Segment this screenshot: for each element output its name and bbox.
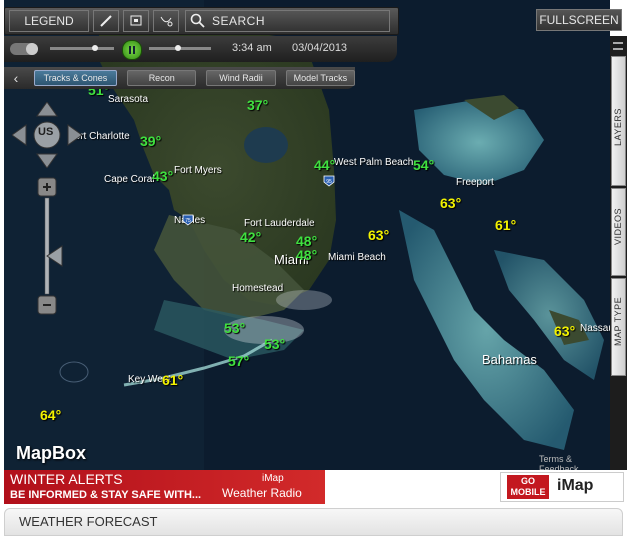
go-mobile-ad[interactable]: GO MOBILE iMap [500, 472, 624, 502]
screen-tool-button[interactable] [123, 10, 149, 32]
temp-marker[interactable]: 54° [413, 157, 434, 173]
timeline-time: 3:34 am [232, 42, 272, 54]
temp-marker[interactable]: 61° [495, 217, 516, 233]
weather-forecast-header[interactable]: WEATHER FORECAST [4, 508, 623, 536]
route-icon [160, 16, 173, 27]
play-pause-button[interactable] [122, 40, 142, 60]
timeline-track-left[interactable] [50, 47, 114, 50]
winter-alerts-subtitle: BE INFORMED & STAY SAFE WITH... [10, 489, 202, 501]
pan-up-arrow-icon [36, 102, 58, 117]
pan-left-arrow-icon [12, 124, 27, 146]
layers-tab[interactable]: LAYERS [611, 56, 626, 186]
animation-timeline: 3:34 am 03/04/2013 [4, 36, 397, 62]
temp-marker[interactable]: 57° [228, 353, 249, 369]
temp-marker[interactable]: 44° [314, 157, 335, 173]
fullscreen-button[interactable]: FULLSCREEN [536, 9, 622, 31]
side-panel: LAYERS VIDEOS MAP TYPE [610, 36, 627, 470]
pan-right-arrow-icon [67, 124, 82, 146]
imap-small-logo: iMap [262, 473, 284, 484]
legend-button[interactable]: LEGEND [9, 10, 89, 32]
weather-radio-label: Weather Radio [222, 486, 302, 500]
pan-center-us-label[interactable]: US [38, 126, 53, 138]
timeline-toggle[interactable] [10, 43, 38, 55]
map-type-tab[interactable]: MAP TYPE [611, 278, 626, 376]
temp-marker[interactable]: 63° [368, 227, 389, 243]
zoom-slider[interactable] [36, 176, 66, 318]
tab-tracks-cones[interactable]: Tracks & Cones [33, 70, 118, 86]
back-arrow-icon[interactable]: ‹ [8, 70, 24, 86]
temp-marker[interactable]: 64° [40, 407, 61, 423]
timeline-date: 03/04/2013 [292, 42, 348, 54]
search-icon [190, 13, 205, 28]
pause-icon [129, 46, 135, 54]
storm-tabs: ‹ Tracks & Cones Recon Wind Radii Model … [4, 67, 356, 89]
top-toolbar: LEGEND SEARCH [4, 7, 399, 35]
temp-marker[interactable]: 61° [162, 372, 183, 388]
videos-tab[interactable]: VIDEOS [611, 188, 626, 276]
tab-model-tracks[interactable]: Model Tracks [285, 70, 356, 86]
winter-alerts-title: WINTER ALERTS [10, 471, 123, 487]
city-sarasota[interactable]: Sarasota [108, 94, 148, 105]
city-miami-beach[interactable]: Miami Beach [328, 252, 386, 263]
interstate-75-shield: 75 [182, 214, 194, 226]
city-fort-lauderdale[interactable]: Fort Lauderdale [244, 218, 315, 229]
layers-tab-label: LAYERS [613, 108, 623, 146]
city-bahamas[interactable]: Bahamas [482, 352, 537, 367]
tab-wind-radii[interactable]: Wind Radii [206, 70, 276, 86]
search-button[interactable]: SEARCH [185, 10, 390, 32]
city-cape-coral[interactable]: Cape Coral [104, 174, 155, 185]
interstate-95-shield: 95 [323, 175, 335, 187]
city-homestead[interactable]: Homestead [232, 283, 283, 294]
city-freeport[interactable]: Freeport [456, 177, 494, 188]
imap-logo: iMap [557, 477, 594, 494]
interstate-75-number: 75 [185, 218, 191, 224]
temp-marker[interactable]: 63° [554, 323, 575, 339]
map-type-tab-label: MAP TYPE [613, 296, 623, 346]
pan-down-arrow-icon [36, 153, 58, 168]
draw-tool-button[interactable] [93, 10, 119, 32]
videos-tab-label: VIDEOS [613, 207, 623, 245]
city-nassau[interactable]: Nassau [580, 323, 610, 334]
timeline-scrubber[interactable] [92, 45, 98, 51]
interstate-95-number: 95 [326, 179, 332, 185]
temp-marker[interactable]: 39° [140, 133, 161, 149]
city-west-palm-beach[interactable]: West Palm Beach [334, 157, 413, 168]
temp-marker[interactable]: 43° [152, 168, 173, 184]
temp-marker[interactable]: 53° [264, 336, 285, 352]
temp-marker[interactable]: 53° [224, 320, 245, 336]
speed-scrubber[interactable] [175, 45, 181, 51]
pencil-icon [100, 15, 112, 27]
measure-tool-button[interactable] [153, 10, 179, 32]
city-fort-myers[interactable]: Fort Myers [174, 165, 222, 176]
temp-marker[interactable]: 48° [296, 247, 317, 263]
temp-marker[interactable]: 37° [247, 97, 268, 113]
side-panel-grip-icon[interactable] [613, 42, 623, 50]
mapbox-logo: MapBox [16, 443, 87, 463]
temp-marker[interactable]: 63° [440, 195, 461, 211]
go-mobile-badge: GO MOBILE [507, 475, 549, 499]
ad-bar: WINTER ALERTS BE INFORMED & STAY SAFE WI… [0, 470, 627, 506]
tab-recon[interactable]: Recon [127, 70, 197, 86]
temp-marker[interactable]: 42° [240, 229, 261, 245]
search-label: SEARCH [212, 14, 266, 28]
attribution-link[interactable]: Terms & Feedback [539, 454, 610, 470]
weather-forecast-title: WEATHER FORECAST [19, 514, 158, 529]
winter-alerts-ad[interactable]: WINTER ALERTS BE INFORMED & STAY SAFE WI… [4, 470, 325, 504]
frame-icon [130, 15, 142, 26]
